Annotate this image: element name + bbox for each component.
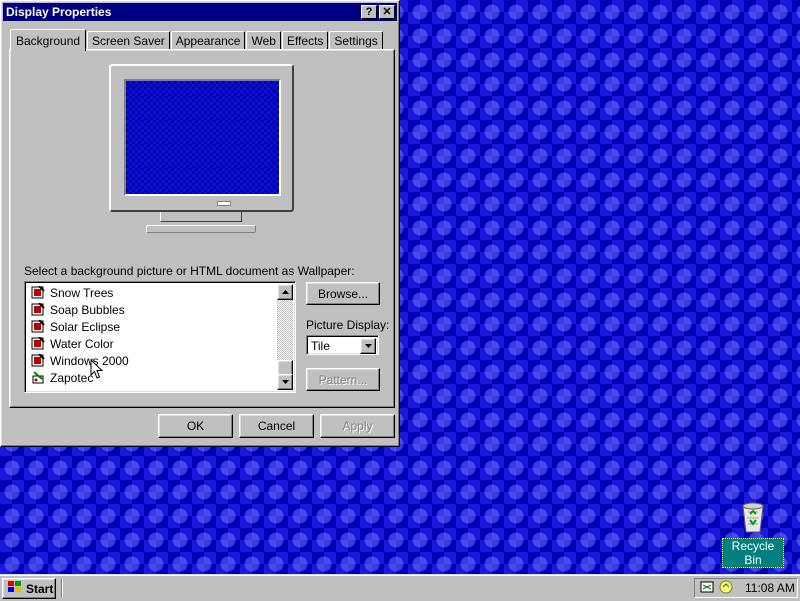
browse-button[interactable]: Browse...	[306, 282, 380, 305]
tab-web[interactable]: Web	[246, 31, 281, 50]
picture-display-value: Tile	[311, 339, 330, 353]
start-button[interactable]: Start	[2, 578, 56, 599]
scroll-up-button[interactable]	[277, 284, 293, 300]
apply-button[interactable]: Apply	[320, 414, 395, 438]
picture-display-label: Picture Display:	[306, 318, 390, 332]
dialog-title: Display Properties	[6, 5, 112, 19]
wallpaper-listbox[interactable]: Snow Trees Soap Bubbles Solar Eclipse Wa…	[24, 281, 296, 393]
clock[interactable]: 11:08 AM	[745, 581, 795, 595]
picture-display-select[interactable]: Tile	[306, 335, 379, 355]
ok-button[interactable]: OK	[158, 414, 233, 438]
image-file-icon	[31, 302, 45, 316]
wallpaper-name: Snow Trees	[50, 285, 114, 300]
image-file-icon	[31, 336, 45, 350]
taskbar-separator	[61, 579, 63, 597]
wallpaper-name: Solar Eclipse	[50, 319, 121, 334]
dropdown-button[interactable]	[360, 338, 376, 354]
wallpaper-name: Water Color	[50, 336, 114, 351]
image-file-icon	[31, 353, 45, 367]
tab-screen-saver[interactable]: Screen Saver	[87, 31, 170, 50]
mouse-cursor-icon	[90, 358, 104, 382]
tab-appearance[interactable]: Appearance	[170, 31, 246, 50]
wallpaper-preview-screen	[124, 79, 281, 196]
wallpaper-prompt: Select a background picture or HTML docu…	[24, 264, 355, 278]
arrow-up-icon	[281, 290, 289, 294]
cancel-button[interactable]: Cancel	[239, 414, 314, 438]
recycle-bin-label: Recycle Bin	[722, 538, 784, 568]
tab-settings[interactable]: Settings	[329, 31, 383, 50]
list-item[interactable]: Windows 2000	[27, 352, 277, 369]
list-item[interactable]: Soap Bubbles	[27, 301, 277, 318]
help-button[interactable]: ?	[361, 5, 377, 19]
taskbar: Start 11:08 AM	[0, 574, 800, 601]
monitor-power-led	[217, 201, 231, 206]
monitor-stand	[160, 212, 242, 222]
paint-image-icon	[31, 371, 45, 384]
wallpaper-name: Zapotec	[50, 370, 94, 385]
list-item[interactable]: Zapotec	[27, 369, 277, 386]
list-item[interactable]: Water Color	[27, 335, 277, 352]
list-item[interactable]: Solar Eclipse	[27, 318, 277, 335]
arrow-down-icon	[281, 380, 289, 384]
recycle-bin[interactable]: Recycle Bin	[722, 500, 784, 568]
monitor-base	[146, 225, 256, 233]
tab-strip: Background Screen Saver Appearance Web E…	[10, 28, 384, 51]
windows-logo-icon	[7, 580, 23, 597]
list-item[interactable]: Snow Trees	[27, 284, 277, 301]
tab-effects[interactable]: Effects	[281, 31, 329, 50]
image-file-icon	[31, 319, 45, 333]
start-label: Start	[26, 581, 54, 596]
image-file-icon	[31, 285, 45, 299]
recycle-bin-icon	[722, 500, 784, 534]
volume-icon[interactable]	[718, 579, 734, 598]
title-bar[interactable]: Display Properties ? ✕	[3, 3, 397, 21]
monitor-preview	[109, 64, 294, 212]
scheduler-icon[interactable]	[699, 579, 715, 598]
chevron-down-icon	[364, 344, 372, 348]
scroll-down-button[interactable]	[277, 374, 293, 390]
system-tray: 11:08 AM	[694, 578, 798, 598]
wallpaper-name: Soap Bubbles	[50, 302, 125, 317]
close-button[interactable]: ✕	[379, 5, 395, 19]
list-scrollbar[interactable]	[277, 284, 293, 390]
pattern-button[interactable]: Pattern...	[306, 368, 380, 391]
tab-background[interactable]: Background	[10, 29, 87, 51]
